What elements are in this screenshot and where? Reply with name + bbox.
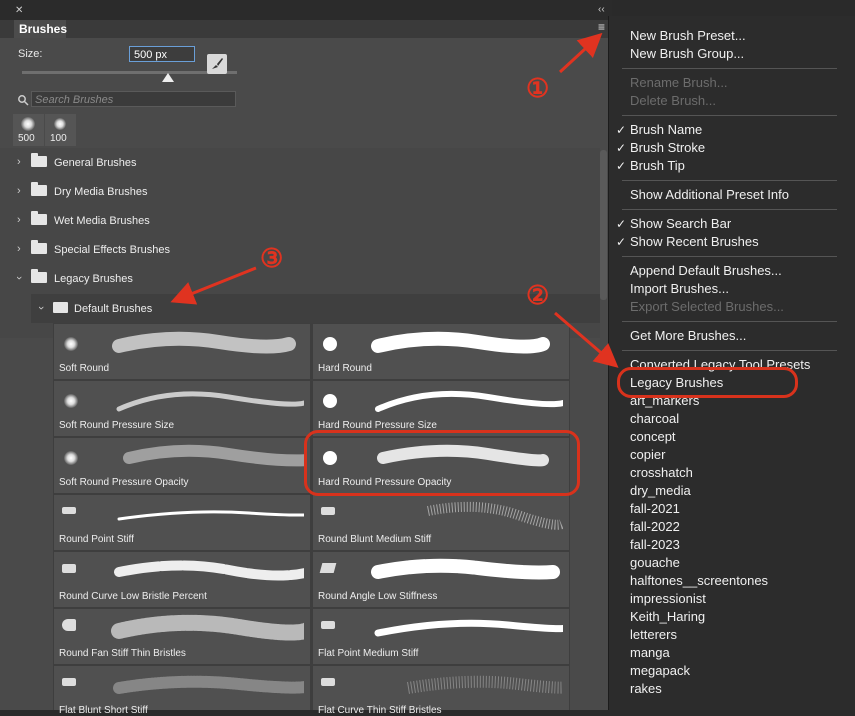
highlight-hard-round-pressure-opacity [304, 430, 580, 496]
annotation-step-2: ② [526, 280, 550, 310]
arrow-2 [554, 311, 619, 368]
highlight-legacy-brushes [617, 367, 798, 398]
arrow-3 [170, 266, 257, 305]
annotation-arrows [170, 32, 619, 368]
annotation-step-3: ③ [260, 243, 284, 273]
arrow-1 [558, 32, 603, 74]
annotation-step-1: ① [526, 73, 550, 103]
